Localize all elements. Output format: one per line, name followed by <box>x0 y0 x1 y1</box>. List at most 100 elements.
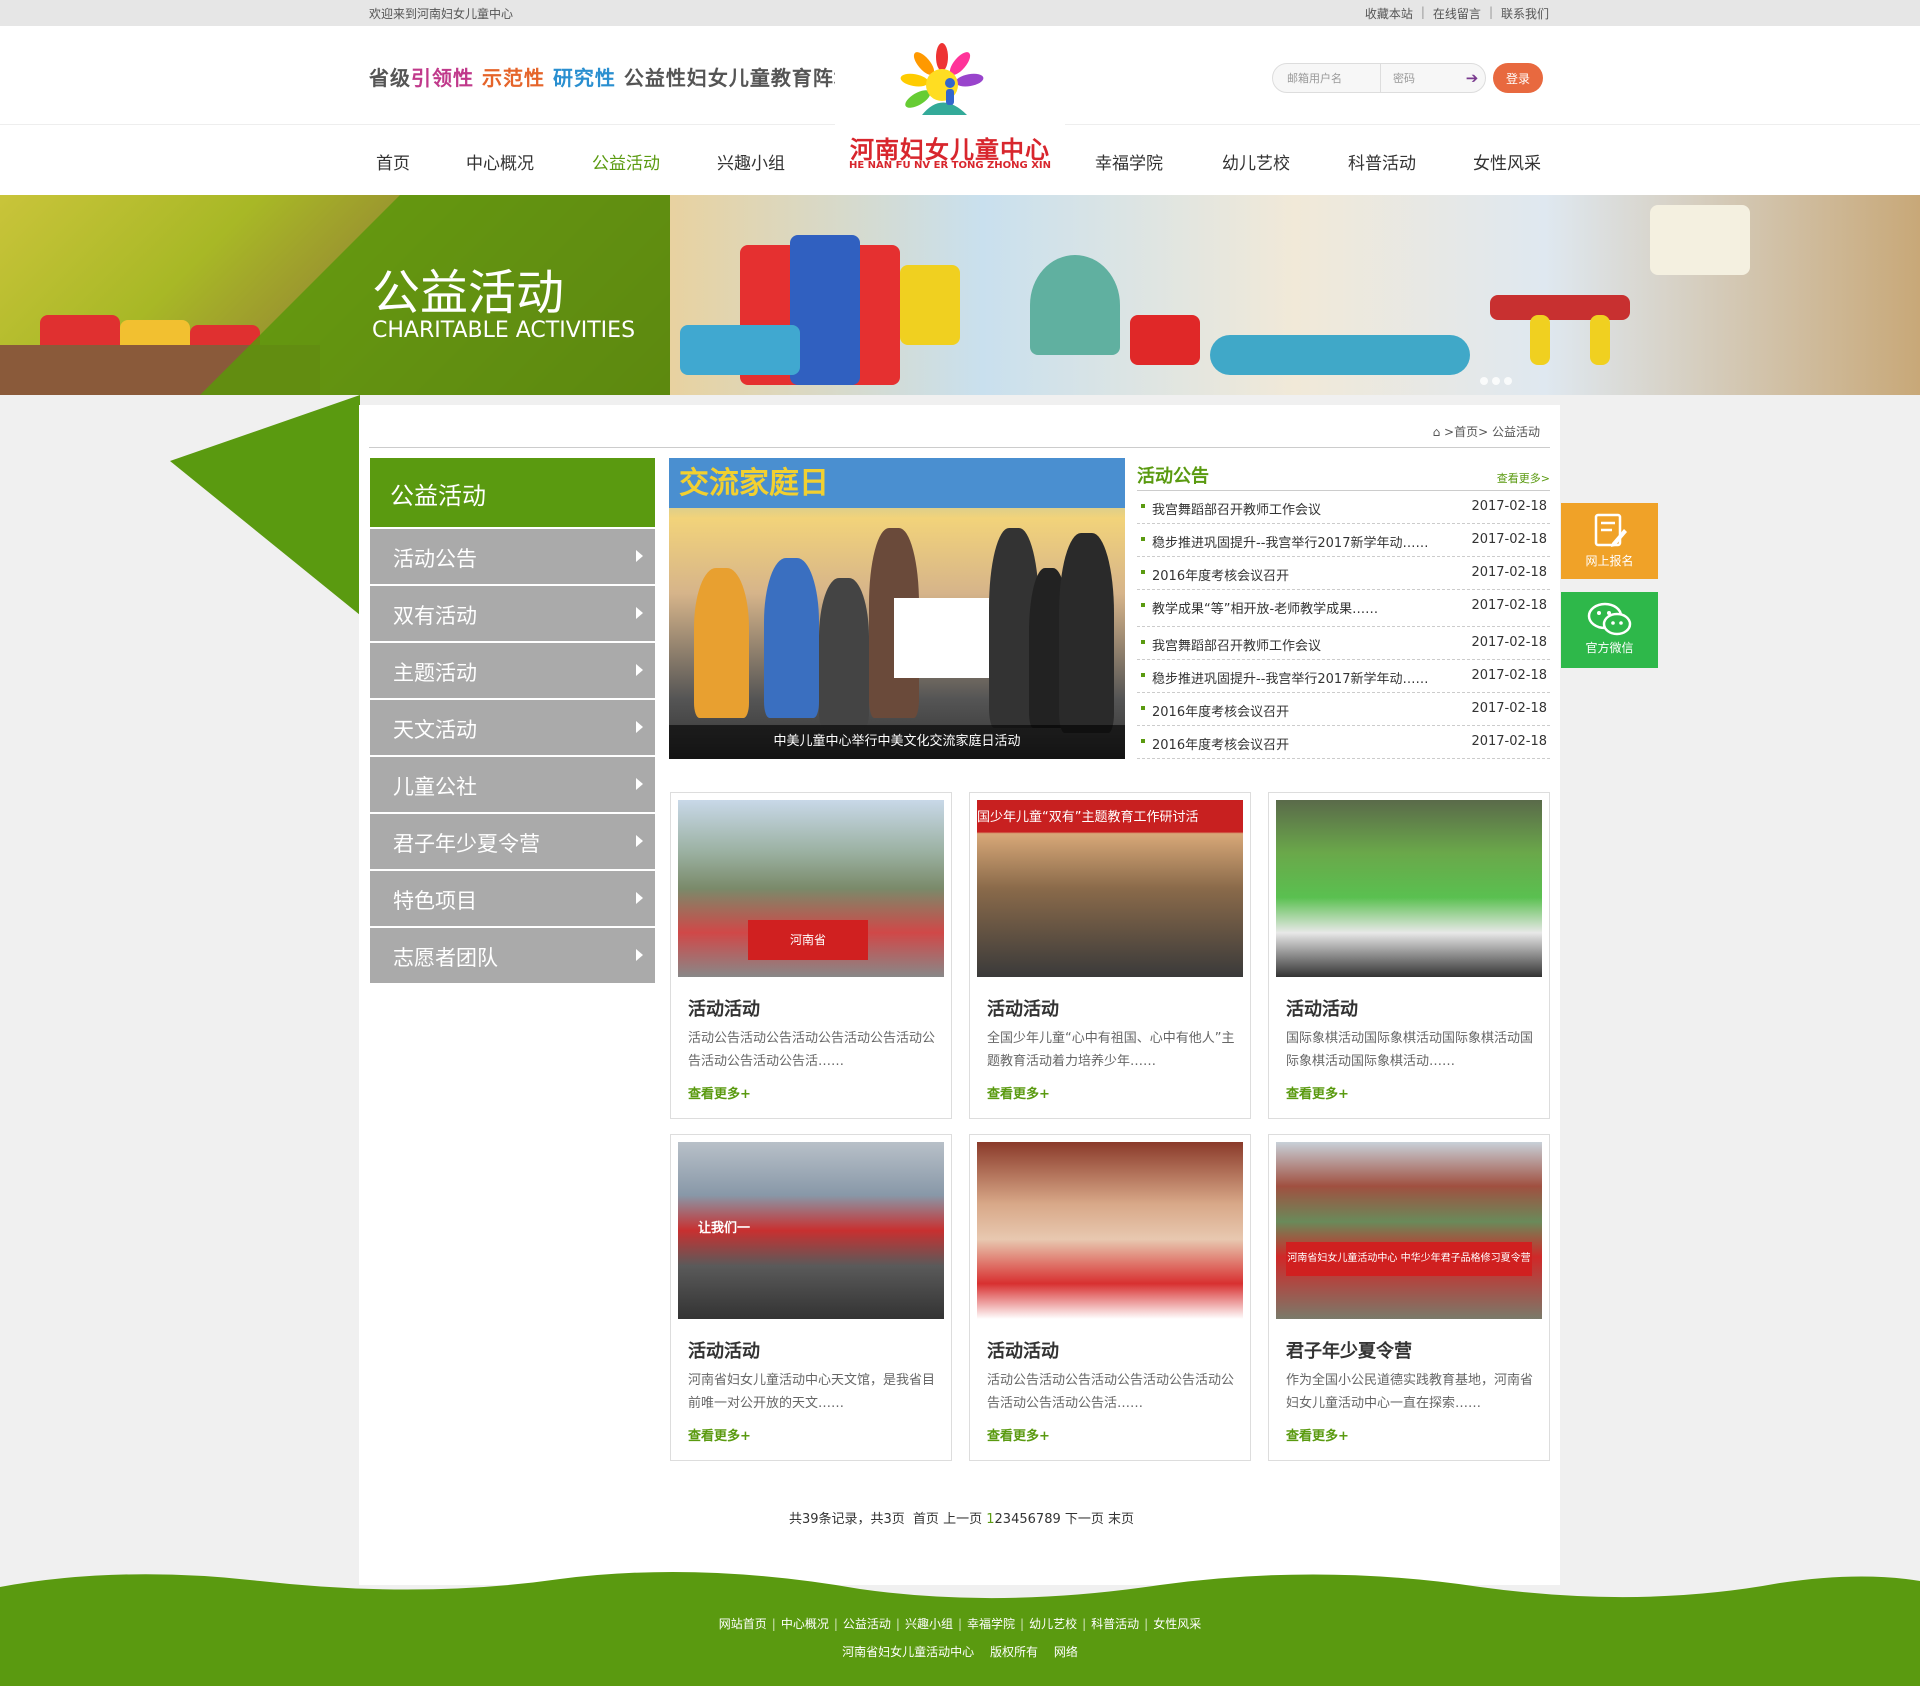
pager-page[interactable]: 2 <box>995 1512 1003 1527</box>
sidebar-item-camp[interactable]: 君子年少夏令营 <box>370 812 655 869</box>
activity-card[interactable]: 活动活动 国际象棋活动国际象棋活动国际象棋活动国际象棋活动国际象棋活动…… 查看… <box>1268 792 1550 1119</box>
sidebar-item-label: 志愿者团队 <box>393 946 498 970</box>
signup-float-button[interactable]: 网上报名 <box>1561 503 1658 579</box>
nav-charity[interactable]: 公益活动 <box>592 149 660 174</box>
pager-page[interactable]: 6 <box>1028 1512 1036 1527</box>
notice-text[interactable]: 稳步推进巩固提升--我宫举行2017新学年动…… <box>1152 532 1428 551</box>
slider-dot[interactable] <box>1492 377 1500 385</box>
sidebar-item-label: 君子年少夏令营 <box>393 832 540 856</box>
card-photo[interactable] <box>1276 800 1542 977</box>
contact-link[interactable]: 联系我们 <box>1501 5 1549 22</box>
notice-text[interactable]: 我宫舞蹈部召开教师工作会议 <box>1152 635 1321 654</box>
card-title[interactable]: 活动活动 <box>987 995 1059 1021</box>
card-photo[interactable]: 河南省 <box>678 800 944 977</box>
pager-page[interactable]: 1 <box>986 1512 994 1527</box>
notice-text[interactable]: 2016年度考核会议召开 <box>1152 734 1289 753</box>
pager-next[interactable]: 下一页 <box>1065 1512 1104 1527</box>
notice-text[interactable]: 稳步推进巩固提升--我宫举行2017新学年动…… <box>1152 668 1428 687</box>
card-photo-text: 河南省妇女儿童活动中心 中华少年君子品格修习夏令营 <box>1286 1242 1532 1276</box>
notice-more-link[interactable]: 查看更多> <box>1497 470 1550 486</box>
activity-card[interactable]: 让我们一 活动活动 河南省妇女儿童活动中心天文馆，是我省目前唯一对公开放的天文…… <box>670 1134 952 1461</box>
notice-text[interactable]: 2016年度考核会议召开 <box>1152 565 1289 584</box>
nav-happiness[interactable]: 幸福学院 <box>1095 149 1163 174</box>
site-logo[interactable]: 河南妇女儿童中心 HE NAN FU NV ER TONG ZHONG XIN <box>835 30 1065 171</box>
footer-link[interactable]: 网站首页 <box>719 1617 767 1631</box>
chevron-right-icon <box>636 550 643 562</box>
nav-kids-art[interactable]: 幼儿艺校 <box>1222 149 1290 174</box>
edit-form-icon <box>1594 513 1627 547</box>
slider-dot[interactable] <box>1504 377 1512 385</box>
activity-card[interactable]: 国少年儿童“双有”主题教育工作研讨活 活动活动 全国少年儿童“心中有祖国、心中有… <box>969 792 1251 1119</box>
notice-row[interactable]: 2016年度考核会议召开 2017-02-18 <box>1137 557 1550 590</box>
slider-dot[interactable] <box>1480 377 1488 385</box>
card-more-link[interactable]: 查看更多+ <box>987 1425 1050 1444</box>
footer-link[interactable]: 女性风采 <box>1153 1617 1201 1631</box>
password-input[interactable]: 密码 <box>1381 64 1459 92</box>
username-input[interactable]: 邮箱用户名 <box>1273 64 1381 92</box>
activity-card[interactable]: 河南省妇女儿童活动中心 中华少年君子品格修习夏令营 君子年少夏令营 作为全国小公… <box>1268 1134 1550 1461</box>
breadcrumb-home[interactable]: 首页 <box>1454 425 1478 439</box>
pager-page[interactable]: 5 <box>1019 1512 1027 1527</box>
pager-first[interactable]: 首页 <box>913 1512 939 1527</box>
activity-card[interactable]: 河南省 活动活动 活动公告活动公告活动公告活动公告活动公告活动公告活动公告活……… <box>670 792 952 1119</box>
sidebar-item-special[interactable]: 特色项目 <box>370 869 655 926</box>
footer-link[interactable]: 中心概况 <box>781 1617 829 1631</box>
notice-text[interactable]: 我宫舞蹈部召开教师工作会议 <box>1152 499 1321 518</box>
footer-link[interactable]: 幸福学院 <box>967 1617 1015 1631</box>
featured-photo[interactable]: 交流家庭日 中美儿童中心举行中美文化交流家庭日活动 <box>669 458 1125 759</box>
message-link[interactable]: 在线留言 <box>1433 5 1481 22</box>
card-title[interactable]: 活动活动 <box>1286 995 1358 1021</box>
card-more-link[interactable]: 查看更多+ <box>688 1083 751 1102</box>
sidebar-item-theme[interactable]: 主题活动 <box>370 641 655 698</box>
notice-text[interactable]: 2016年度考核会议召开 <box>1152 701 1289 720</box>
wechat-float-button[interactable]: 官方微信 <box>1561 592 1658 668</box>
nav-interest[interactable]: 兴趣小组 <box>717 149 785 174</box>
decorative-chevron <box>170 395 360 615</box>
card-photo[interactable]: 让我们一 <box>678 1142 944 1319</box>
home-icon[interactable]: ⌂ <box>1433 425 1441 439</box>
footer-link[interactable]: 幼儿艺校 <box>1029 1617 1077 1631</box>
nav-science[interactable]: 科普活动 <box>1348 149 1416 174</box>
bookmark-link[interactable]: 收藏本站 <box>1365 5 1413 22</box>
login-button[interactable]: 登录 <box>1493 63 1543 93</box>
activity-card[interactable]: 活动活动 活动公告活动公告活动公告活动公告活动公告活动公告活动公告活…… 查看更… <box>969 1134 1251 1461</box>
card-more-link[interactable]: 查看更多+ <box>987 1083 1050 1102</box>
notice-row[interactable]: 2016年度考核会议召开 2017-02-18 <box>1137 693 1550 726</box>
pager-page[interactable]: 9 <box>1052 1512 1060 1527</box>
footer-link[interactable]: 公益活动 <box>843 1617 891 1631</box>
slider-dots[interactable] <box>1480 377 1512 385</box>
notice-row[interactable]: 稳步推进巩固提升--我宫举行2017新学年动…… 2017-02-18 <box>1137 660 1550 693</box>
card-photo[interactable]: 河南省妇女儿童活动中心 中华少年君子品格修习夏令营 <box>1276 1142 1542 1319</box>
card-more-link[interactable]: 查看更多+ <box>688 1425 751 1444</box>
notice-row[interactable]: 稳步推进巩固提升--我宫举行2017新学年动…… 2017-02-18 <box>1137 524 1550 557</box>
pager-last[interactable]: 末页 <box>1108 1512 1134 1527</box>
card-more-link[interactable]: 查看更多+ <box>1286 1425 1349 1444</box>
sidebar-item-notice[interactable]: 活动公告 <box>370 527 655 584</box>
footer-link[interactable]: 科普活动 <box>1091 1617 1139 1631</box>
pager-prev[interactable]: 上一页 <box>943 1512 982 1527</box>
pager-page[interactable]: 3 <box>1003 1512 1011 1527</box>
card-photo[interactable] <box>977 1142 1243 1319</box>
card-title[interactable]: 君子年少夏令营 <box>1286 1337 1412 1363</box>
notice-row[interactable]: 教学成果“等”相开放-老师教学成果…… 2017-02-18 <box>1137 590 1550 627</box>
card-more-link[interactable]: 查看更多+ <box>1286 1083 1349 1102</box>
sidebar-item-double[interactable]: 双有活动 <box>370 584 655 641</box>
sidebar-item-commune[interactable]: 儿童公社 <box>370 755 655 812</box>
card-title[interactable]: 活动活动 <box>688 995 760 1021</box>
pager-page[interactable]: 7 <box>1036 1512 1044 1527</box>
chevron-right-icon <box>636 892 643 904</box>
card-title[interactable]: 活动活动 <box>987 1337 1059 1363</box>
sidebar-item-astronomy[interactable]: 天文活动 <box>370 698 655 755</box>
card-photo[interactable]: 国少年儿童“双有”主题教育工作研讨活 <box>977 800 1243 977</box>
footer-link[interactable]: 兴趣小组 <box>905 1617 953 1631</box>
notice-text[interactable]: 教学成果“等”相开放-老师教学成果…… <box>1152 598 1378 617</box>
nav-women[interactable]: 女性风采 <box>1473 149 1541 174</box>
card-title[interactable]: 活动活动 <box>688 1337 760 1363</box>
sidebar-item-volunteer[interactable]: 志愿者团队 <box>370 926 655 983</box>
arrow-right-icon[interactable]: ➔ <box>1459 69 1485 87</box>
notice-row[interactable]: 我宫舞蹈部召开教师工作会议 2017-02-18 <box>1137 491 1550 524</box>
nav-overview[interactable]: 中心概况 <box>466 149 534 174</box>
notice-row[interactable]: 我宫舞蹈部召开教师工作会议 2017-02-18 <box>1137 627 1550 660</box>
notice-row[interactable]: 2016年度考核会议召开 2017-02-18 <box>1137 726 1550 759</box>
nav-home[interactable]: 首页 <box>376 149 410 174</box>
